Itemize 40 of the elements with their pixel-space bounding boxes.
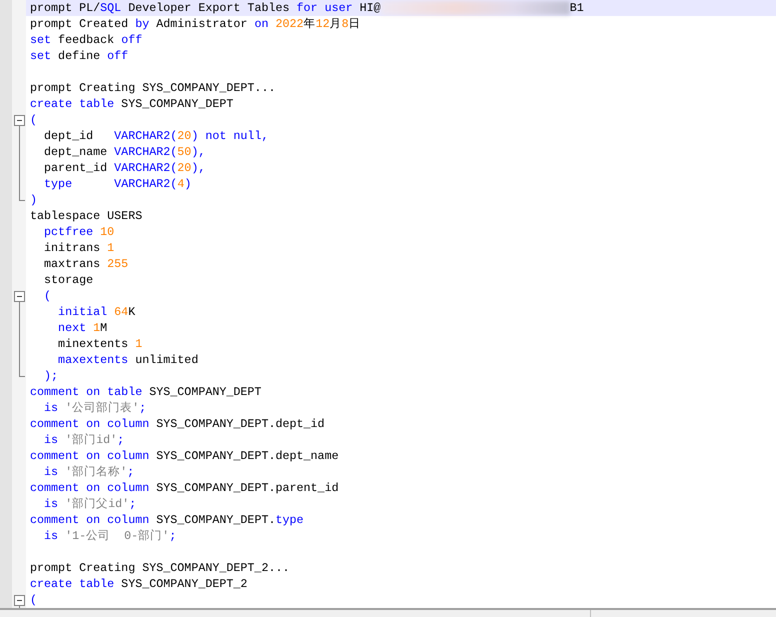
- code-line: initrans 1: [43, 240, 114, 256]
- code-line: comment on column SYS_COMPANY_DEPT.dept_name: [30, 448, 339, 464]
- code-line: storage: [43, 272, 94, 288]
- code-line: next 1M: [57, 320, 108, 336]
- code-line: (: [30, 112, 38, 128]
- code-line: minextents 1: [57, 336, 142, 352]
- code-line: comment on column SYS_COMPANY_DEPT.dept_id: [30, 416, 325, 432]
- code-line: );: [43, 368, 58, 384]
- fold-toggle-icon[interactable]: [14, 595, 25, 608]
- code-line: (: [43, 288, 52, 304]
- code-line: comment on column SYS_COMPANY_DEPT.type: [30, 512, 304, 528]
- code-line: set feedback off: [30, 32, 142, 48]
- code-line: maxextents unlimited: [57, 352, 198, 368]
- code-line: prompt PL/SQL Developer Export Tables for user HI@: [30, 0, 381, 16]
- code-line: parent_id VARCHAR2(20),: [43, 160, 206, 176]
- code-line: pctfree 10: [43, 224, 114, 240]
- code-line: is '1-公司 0-部门';: [43, 528, 176, 544]
- code-line: is '公司部门表';: [43, 400, 146, 416]
- fold-toggle-icon[interactable]: [14, 115, 25, 128]
- code-line: is '部门父id';: [43, 496, 136, 512]
- code-line: ): [30, 192, 38, 208]
- code-line: is '部门名称';: [43, 464, 134, 480]
- code-line: prompt Creating SYS_COMPANY_DEPT...: [30, 80, 276, 96]
- fold-toggle-icon[interactable]: [14, 291, 25, 304]
- code-line: B1: [570, 0, 584, 16]
- code-line: create table SYS_COMPANY_DEPT: [30, 96, 234, 112]
- code-line: initial 64K: [57, 304, 136, 320]
- code-line: is '部门id';: [43, 432, 124, 448]
- code-line: dept_id VARCHAR2(20) not null,: [43, 128, 268, 144]
- code-line: comment on column SYS_COMPANY_DEPT.parent_id: [30, 480, 339, 496]
- code-line: set define off: [30, 48, 128, 64]
- code-line: create table SYS_COMPANY_DEPT_2: [30, 576, 248, 592]
- code-line: prompt Created by Administrator on 2022年12月 8日: [30, 16, 361, 32]
- code-line: type VARCHAR2(4): [43, 176, 192, 192]
- code-line: tablespace USERS: [30, 208, 142, 224]
- code-line: maxtrans 255: [43, 256, 128, 272]
- code-line: dept_name VARCHAR2(50),: [43, 144, 206, 160]
- code-line: prompt Creating SYS_COMPANY_DEPT_2...: [30, 560, 290, 576]
- code-line: comment on table SYS_COMPANY_DEPT: [30, 384, 262, 400]
- code-line: (: [30, 592, 38, 608]
